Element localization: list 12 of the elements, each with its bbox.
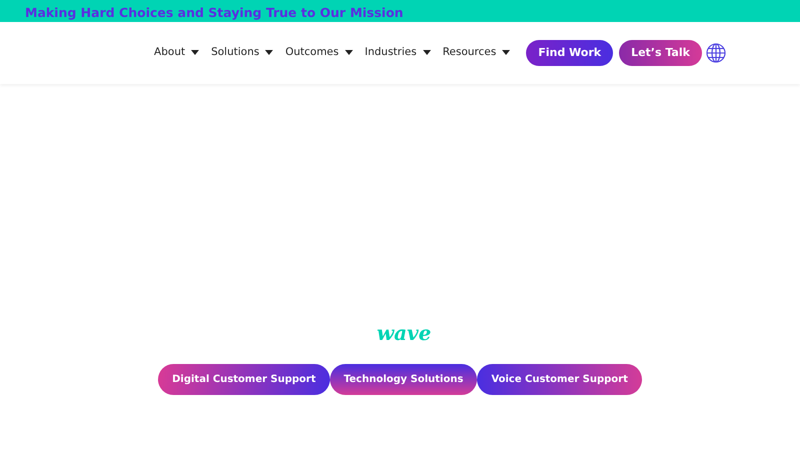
service-button[interactable]: Voice Customer Support (477, 364, 642, 395)
nav-menu-item[interactable]: About (154, 45, 200, 61)
header-button[interactable]: Find Work (526, 40, 614, 66)
nav-menu-item[interactable]: Resources (442, 45, 510, 61)
service-button[interactable]: Technology Solutions (330, 364, 478, 395)
nav-menu-item[interactable]: Solutions (211, 45, 274, 61)
hero-word: wave (376, 320, 432, 347)
nav-menu-item[interactable]: Industries (364, 45, 431, 61)
header-button[interactable]: Let’s Talk (619, 40, 702, 66)
service-button[interactable]: Digital Customer Support (158, 364, 330, 395)
nav-menu-item[interactable]: Outcomes (285, 45, 353, 61)
globe-icon[interactable] (706, 43, 726, 63)
